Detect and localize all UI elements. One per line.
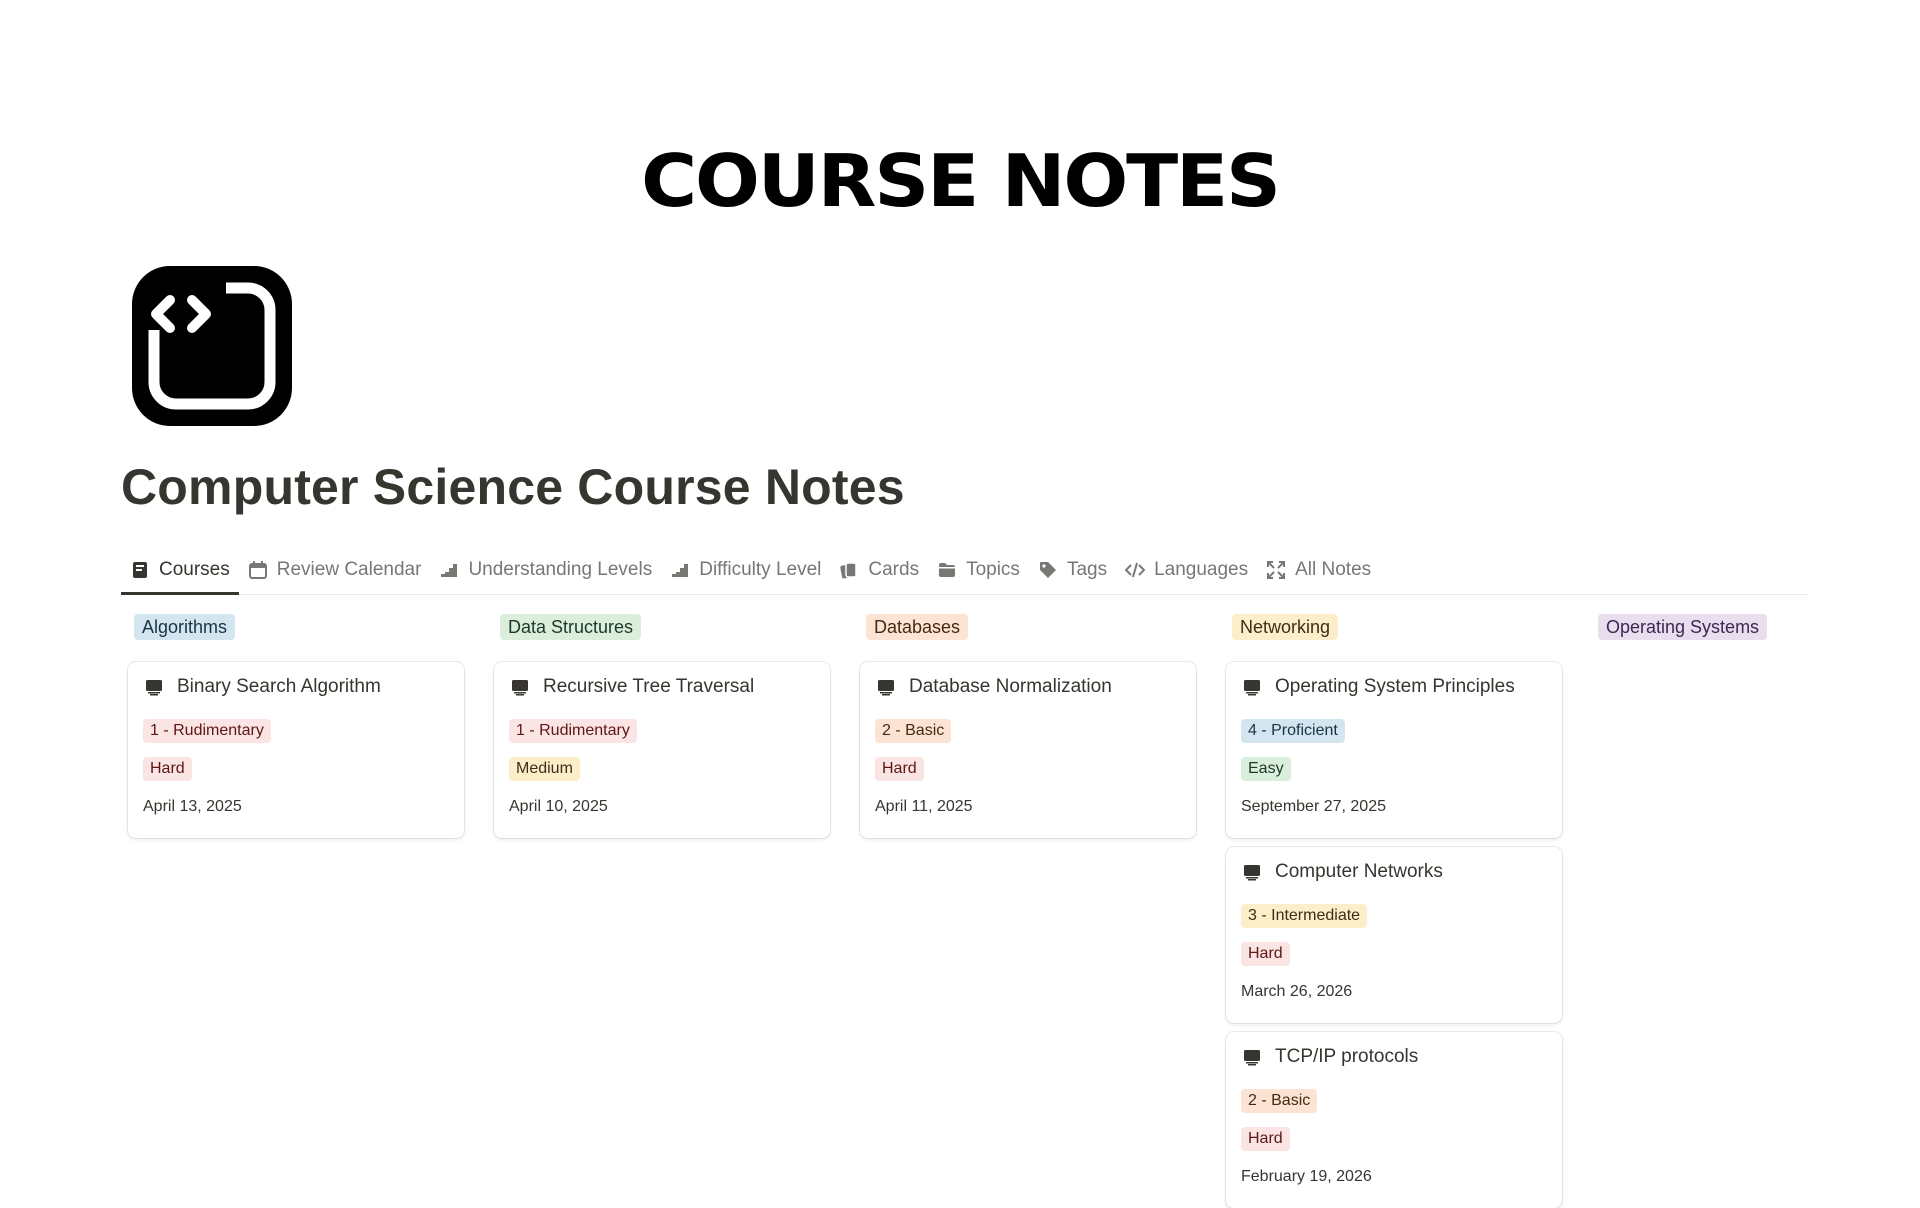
cards-icon: [840, 562, 858, 579]
course-card[interactable]: Computer Networks 3 - Intermediate Hard …: [1226, 847, 1562, 1023]
column-header[interactable]: Data Structures: [500, 614, 642, 640]
difficulty-tag: Hard: [1241, 942, 1290, 966]
course-card[interactable]: Recursive Tree Traversal 1 - Rudimentary…: [494, 662, 830, 838]
tag-icon: [1039, 562, 1056, 578]
understanding-tag: 2 - Basic: [1241, 1089, 1318, 1113]
tab-label: Topics: [966, 559, 1020, 580]
expand-icon: [1267, 561, 1286, 579]
tab-label: All Notes: [1295, 559, 1372, 580]
tab-all-notes[interactable]: All Notes: [1257, 548, 1380, 592]
board-column-operating-systems: Operating Systems: [1585, 612, 1920, 642]
tab-label: Courses: [159, 559, 230, 580]
tab-languages[interactable]: Languages: [1116, 548, 1257, 592]
understanding-tag: 1 - Rudimentary: [143, 719, 271, 743]
tab-topics[interactable]: Topics: [928, 548, 1029, 592]
tab-understanding-levels[interactable]: Understanding Levels: [430, 548, 661, 592]
stairs-icon: [441, 564, 458, 577]
computer-icon: [146, 680, 162, 696]
card-title: Computer Networks: [1275, 861, 1443, 882]
tab-label: Understanding Levels: [468, 559, 653, 580]
course-card[interactable]: TCP/IP protocols 2 - Basic Hard February…: [1226, 1032, 1562, 1208]
difficulty-tag: Hard: [143, 757, 192, 781]
board-column-algorithms: Algorithms Binary Search Algorithm 1 - R…: [121, 612, 464, 838]
computer-icon: [1244, 1050, 1260, 1066]
card-title: Operating System Principles: [1275, 676, 1515, 697]
understanding-tag: 2 - Basic: [875, 719, 952, 743]
course-card[interactable]: Database Normalization 2 - Basic Hard Ap…: [860, 662, 1196, 838]
column-header[interactable]: Databases: [866, 614, 969, 640]
page-title: Computer Science Course Notes: [121, 459, 905, 515]
card-title: Database Normalization: [909, 676, 1112, 697]
review-date: September 27, 2025: [1241, 798, 1386, 815]
card-title: Recursive Tree Traversal: [543, 676, 755, 697]
understanding-tag: 1 - Rudimentary: [509, 719, 637, 743]
review-date: February 19, 2026: [1241, 1168, 1372, 1185]
stairs-icon: [672, 564, 689, 577]
view-tabs: Courses Review Calendar Understanding Le…: [121, 548, 1809, 595]
review-date: April 11, 2025: [875, 798, 973, 815]
difficulty-tag: Hard: [1241, 1127, 1290, 1151]
board-column-data-structures: Data Structures Recursive Tree Traversal…: [487, 612, 830, 838]
tab-label: Tags: [1066, 559, 1108, 580]
review-date: March 26, 2026: [1241, 983, 1353, 1000]
tab-label: Languages: [1154, 559, 1249, 580]
review-date: April 10, 2025: [509, 798, 608, 815]
board-column-networking: Networking Operating System Principles 4…: [1219, 612, 1562, 1208]
course-card[interactable]: Binary Search Algorithm 1 - Rudimentary …: [128, 662, 464, 838]
tab-review-calendar[interactable]: Review Calendar: [239, 548, 431, 592]
calendar-icon: [248, 561, 267, 579]
difficulty-tag: Medium: [509, 757, 580, 781]
tab-cards[interactable]: Cards: [830, 548, 928, 592]
card-title: TCP/IP protocols: [1275, 1046, 1419, 1067]
difficulty-tag: Hard: [875, 757, 924, 781]
difficulty-tag: Easy: [1241, 757, 1291, 781]
course-card[interactable]: Operating System Principles 4 - Proficie…: [1226, 662, 1562, 838]
folder-icon: [939, 563, 956, 577]
banner-title: COURSE NOTES: [641, 139, 1281, 223]
computer-icon: [1244, 865, 1260, 881]
code-icon: [1125, 562, 1146, 578]
tab-difficulty-level[interactable]: Difficulty Level: [661, 548, 830, 592]
review-date: April 13, 2025: [143, 798, 242, 815]
computer-icon: [878, 680, 894, 696]
tab-courses[interactable]: Courses: [121, 548, 239, 595]
tab-label: Difficulty Level: [699, 559, 822, 580]
board-column-databases: Databases Database Normalization 2 - Bas…: [853, 612, 1196, 838]
code-window-icon[interactable]: [132, 266, 292, 426]
column-header[interactable]: Networking: [1232, 614, 1339, 640]
tab-tags[interactable]: Tags: [1029, 548, 1116, 592]
understanding-tag: 3 - Intermediate: [1241, 904, 1368, 928]
tab-label: Cards: [868, 559, 920, 580]
computer-icon: [512, 680, 528, 696]
computer-icon: [1244, 680, 1260, 696]
card-title: Binary Search Algorithm: [177, 676, 381, 697]
column-header[interactable]: Algorithms: [134, 614, 236, 640]
column-header[interactable]: Operating Systems: [1598, 614, 1768, 640]
understanding-tag: 4 - Proficient: [1241, 719, 1345, 743]
notebook-icon: [133, 562, 147, 578]
tab-label: Review Calendar: [276, 559, 422, 580]
